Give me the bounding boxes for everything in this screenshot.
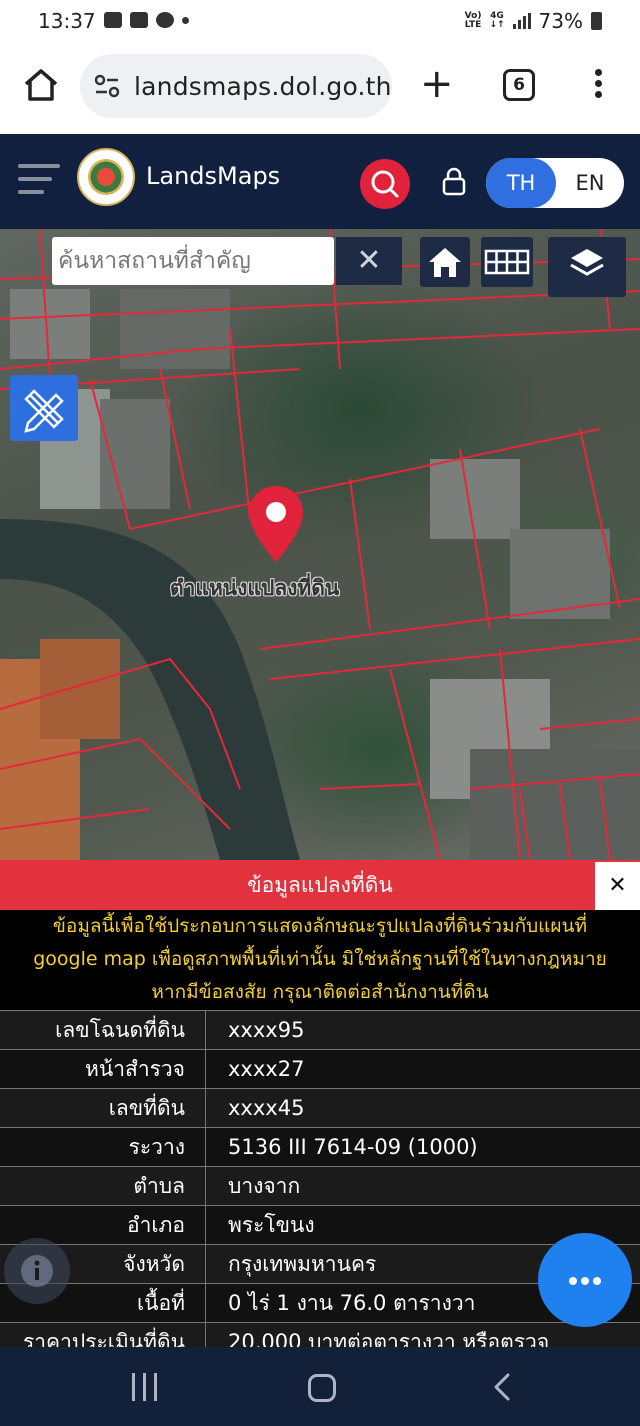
signal-icon	[512, 13, 531, 29]
home-icon[interactable]	[22, 66, 60, 104]
more-menu-icon[interactable]	[595, 69, 603, 101]
notification-icons	[104, 12, 189, 28]
row-label: ระวาง	[0, 1128, 206, 1167]
calendar-icon	[130, 12, 148, 28]
place-search-box[interactable]	[52, 237, 334, 285]
row-value: บางจาก	[228, 1174, 301, 1198]
row-value: 0 ไร่ 1 งาน 76.0 ตารางวา	[228, 1291, 476, 1315]
network-type-indicator: 4G ↓↑	[489, 11, 505, 30]
row-value: xxxx95	[228, 1018, 305, 1042]
search-icon	[371, 170, 399, 198]
clear-search-button[interactable]: ✕	[336, 237, 402, 285]
close-info-button[interactable]: ✕	[595, 862, 640, 910]
layers-button[interactable]	[548, 237, 626, 297]
back-icon[interactable]	[490, 1373, 516, 1401]
tab-switcher-button[interactable]: 6	[503, 69, 535, 101]
search-button[interactable]	[360, 159, 410, 209]
volte-indicator: Vo) LTE	[464, 11, 482, 30]
more-options-button[interactable]	[538, 1233, 632, 1327]
table-row: ตำบล บางจาก	[0, 1166, 640, 1206]
data-arrows-icon: ↓↑	[489, 20, 505, 30]
row-value: xxxx27	[228, 1057, 305, 1081]
app-header: LandsMaps TH EN	[0, 134, 640, 229]
info-icon	[21, 1255, 53, 1287]
row-label: หน้าสำรวจ	[0, 1050, 206, 1089]
grid-icon	[484, 249, 530, 275]
language-toggle: TH EN	[486, 158, 624, 208]
info-button[interactable]	[4, 1238, 70, 1304]
table-row: อำเภอ พระโขนง	[0, 1205, 640, 1245]
measure-draw-tool-button[interactable]	[10, 375, 78, 441]
browser-toolbar: landsmaps.dol.go.th + 6	[0, 44, 640, 134]
hamburger-menu-icon[interactable]	[18, 164, 60, 196]
row-label: เลขโฉนดที่ดิน	[0, 1011, 206, 1050]
status-bar: 13:37 Vo) LTE 4G ↓↑ 73%	[0, 0, 640, 44]
map-view[interactable]: ✕	[0, 229, 640, 860]
place-search-input[interactable]	[52, 237, 334, 285]
status-time: 13:37	[38, 9, 96, 33]
parcel-boundaries	[0, 229, 640, 860]
info-panel-title: ข้อมูลแปลงที่ดิน	[247, 873, 393, 897]
status-right: Vo) LTE 4G ↓↑ 73%	[465, 9, 602, 33]
chat-icon	[156, 12, 174, 28]
table-row: เลขที่ดิน xxxx45	[0, 1088, 640, 1128]
map-home-button[interactable]	[420, 237, 470, 287]
location-pin-icon[interactable]	[246, 484, 306, 564]
row-value: พระโขนง	[228, 1213, 315, 1237]
more-notifications-icon	[182, 16, 189, 24]
table-row: ระวาง 5136 III 7614-09 (1000)	[0, 1127, 640, 1167]
layers-icon	[570, 249, 604, 276]
language-th-button[interactable]: TH	[486, 158, 556, 208]
battery-level: 73%	[538, 9, 583, 33]
more-icon	[569, 1277, 577, 1285]
url-text: landsmaps.dol.go.th	[134, 72, 392, 101]
table-row: เลขโฉนดที่ดิน xxxx95	[0, 1010, 640, 1050]
row-value: 5136 III 7614-09 (1000)	[228, 1135, 478, 1159]
system-home-icon[interactable]	[308, 1374, 336, 1402]
row-value: กรุงเทพมหานคร	[228, 1252, 377, 1276]
info-panel-header: ข้อมูลแปลงที่ดิน	[0, 860, 640, 910]
row-value: xxxx45	[228, 1096, 305, 1120]
address-bar[interactable]: landsmaps.dol.go.th	[80, 54, 392, 118]
recent-apps-icon[interactable]	[132, 1373, 158, 1401]
department-logo	[77, 148, 135, 206]
lock-icon[interactable]	[440, 166, 468, 196]
site-settings-icon[interactable]	[94, 74, 120, 98]
new-tab-icon[interactable]: +	[420, 64, 454, 104]
ruler-pencil-icon	[24, 389, 64, 433]
system-navigation-bar	[0, 1347, 640, 1426]
house-icon	[429, 248, 461, 277]
row-label: เลขที่ดิน	[0, 1089, 206, 1128]
grid-toggle-button[interactable]	[481, 237, 533, 287]
battery-icon	[591, 12, 602, 30]
parcel-info-table: เลขโฉนดที่ดิน xxxx95 หน้าสำรวจ xxxx27 เล…	[0, 1010, 640, 1362]
parcel-location-label: ตำแหน่งแปลงที่ดิน	[170, 576, 340, 600]
language-en-button[interactable]: EN	[556, 158, 624, 208]
row-label: ตำบล	[0, 1167, 206, 1206]
gallery-icon	[104, 12, 122, 28]
table-row: หน้าสำรวจ xxxx27	[0, 1049, 640, 1089]
app-title: LandsMaps	[146, 162, 281, 190]
disclaimer-text: ข้อมูลนี้เพื่อใช้ประกอบการแสดงลักษณะรูปแ…	[0, 910, 640, 1010]
